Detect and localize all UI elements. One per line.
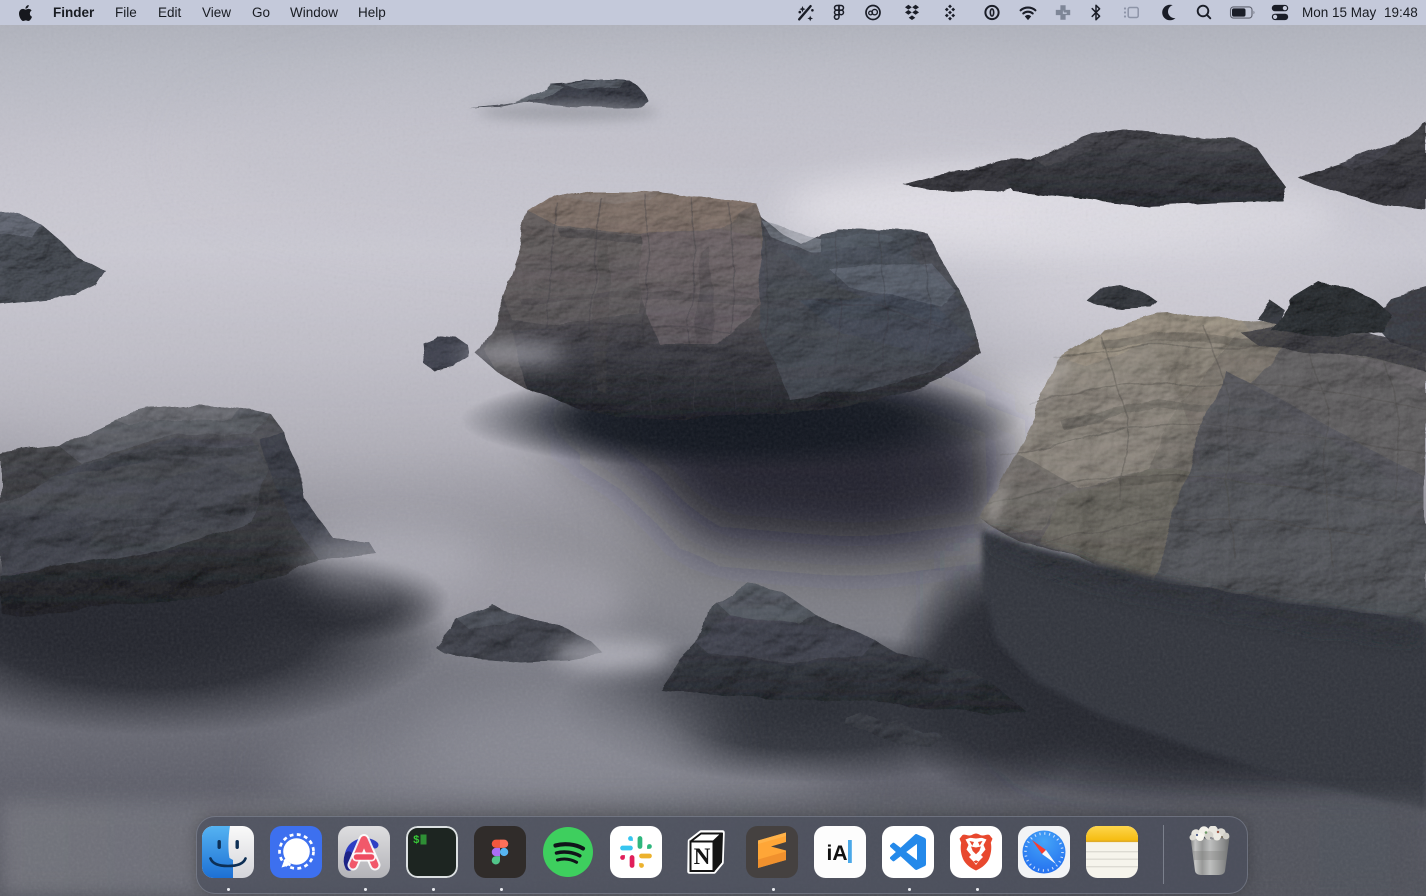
svg-text:$: $	[413, 835, 420, 847]
svg-text:N: N	[694, 844, 711, 869]
svg-text:iA: iA	[827, 842, 848, 865]
